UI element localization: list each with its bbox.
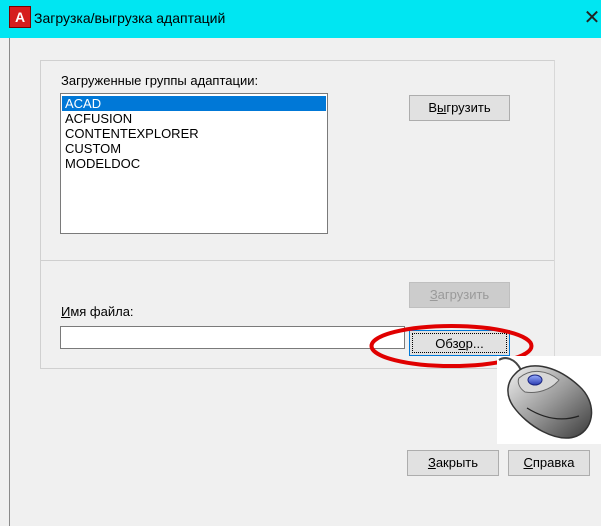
close-icon[interactable]: ✕ bbox=[582, 7, 601, 27]
loaded-groups-label: Загруженные группы адаптации: bbox=[61, 73, 259, 88]
browse-focus-rect: Обзор... bbox=[412, 333, 507, 353]
list-item[interactable]: MODELDOC bbox=[62, 156, 326, 171]
unload-accelerator: ы bbox=[437, 100, 447, 115]
load-label-part: агрузить bbox=[437, 287, 490, 302]
list-item[interactable]: ACFUSION bbox=[62, 111, 326, 126]
unload-label-part: В bbox=[428, 100, 438, 115]
file-label-accelerator: И bbox=[61, 304, 71, 319]
list-item[interactable]: CONTENTEXPLORER bbox=[62, 126, 326, 141]
unload-label-part: грузить bbox=[446, 100, 491, 115]
browse-button[interactable]: Обзор... bbox=[409, 330, 510, 356]
close-label-part: акрыть bbox=[435, 455, 479, 470]
close-button[interactable]: Закрыть bbox=[407, 450, 499, 476]
file-name-label: Имя файла: bbox=[61, 304, 134, 319]
load-accelerator: З bbox=[429, 287, 438, 302]
group-divider bbox=[41, 260, 554, 261]
autocad-app-icon[interactable]: A bbox=[9, 6, 31, 28]
close-accelerator: З bbox=[427, 455, 436, 470]
file-name-input[interactable] bbox=[60, 326, 405, 349]
window-title: Загрузка/выгрузка адаптаций bbox=[34, 10, 226, 26]
file-label-part: мя файла: bbox=[70, 304, 134, 319]
title-bar: A Загрузка/выгрузка адаптаций ✕ bbox=[0, 0, 601, 38]
loaded-groups-listbox[interactable]: ACAD ACFUSION CONTENTEXPLORER CUSTOM MOD… bbox=[60, 93, 328, 234]
browse-label-part: р... bbox=[465, 336, 484, 351]
list-item[interactable]: ACAD bbox=[62, 96, 326, 111]
browse-accelerator: о bbox=[458, 336, 466, 351]
browse-label-part: Обз bbox=[435, 336, 459, 351]
help-label-part: правка bbox=[532, 455, 575, 470]
load-button[interactable]: Загрузить bbox=[409, 282, 510, 308]
unload-button[interactable]: Выгрузить bbox=[409, 95, 510, 121]
help-button[interactable]: Справка bbox=[508, 450, 590, 476]
list-item[interactable]: CUSTOM bbox=[62, 141, 326, 156]
help-accelerator: С bbox=[523, 455, 533, 470]
